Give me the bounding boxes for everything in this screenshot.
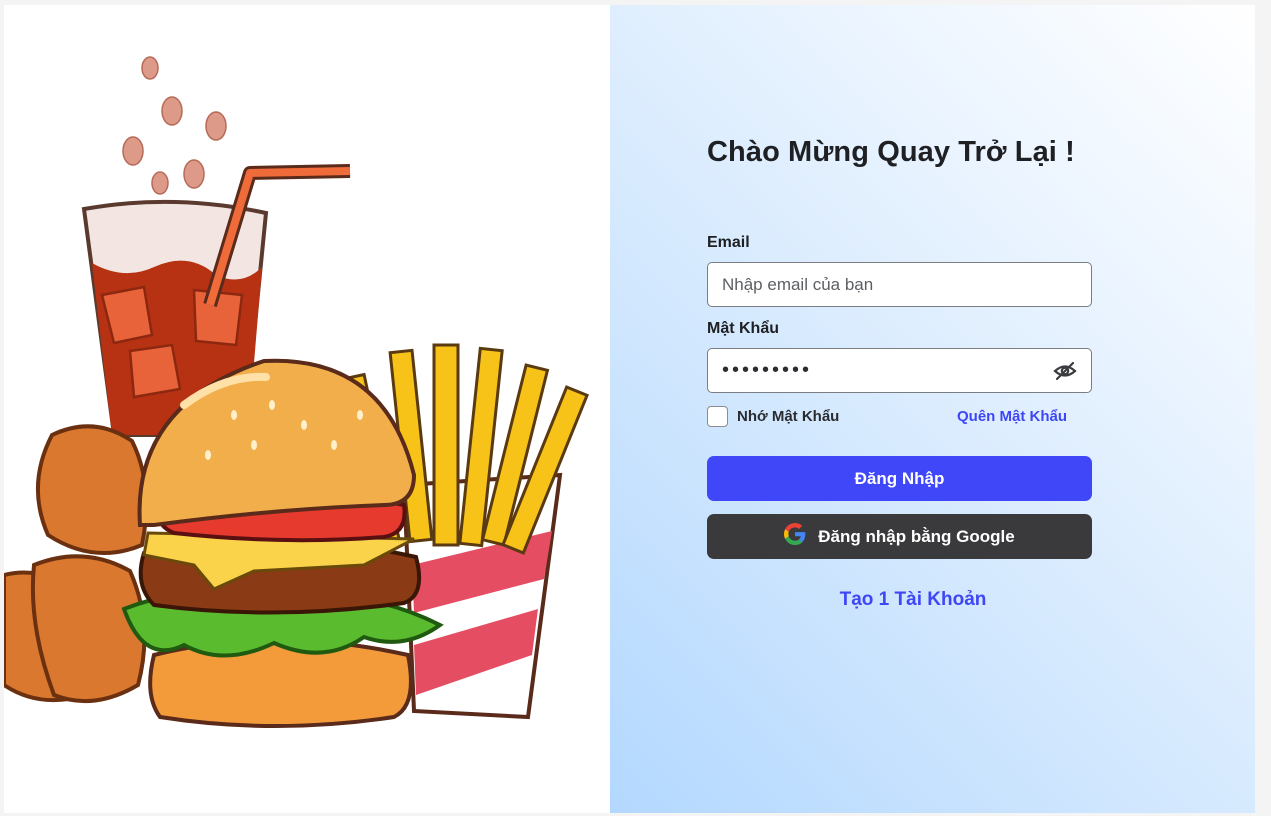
login-panel: Chào Mừng Quay Trở Lại ! Email Mật Khẩu … xyxy=(610,5,1255,813)
email-label: Email xyxy=(707,234,750,251)
google-login-button[interactable]: Đăng nhập bằng Google xyxy=(707,514,1092,559)
forgot-password-link[interactable]: Quên Mật Khẩu xyxy=(957,408,1067,425)
create-account-link[interactable]: Tạo 1 Tài Khoản xyxy=(707,589,1119,611)
password-value: ••••••••• xyxy=(722,359,813,381)
password-field[interactable]: ••••••••• xyxy=(707,348,1092,393)
illustration-panel xyxy=(4,5,610,813)
login-screen: Chào Mừng Quay Trở Lại ! Email Mật Khẩu … xyxy=(4,5,1255,813)
remember-password[interactable]: Nhớ Mật Khẩu xyxy=(707,406,839,427)
google-icon xyxy=(784,523,806,550)
login-button[interactable]: Đăng Nhập xyxy=(707,456,1092,501)
email-field[interactable] xyxy=(722,274,1077,295)
google-button-label: Đăng nhập bằng Google xyxy=(818,526,1015,546)
password-label: Mật Khẩu xyxy=(707,320,779,337)
remember-label: Nhớ Mật Khẩu xyxy=(737,408,840,425)
fast-food-illustration xyxy=(4,56,589,728)
email-field-wrapper xyxy=(707,262,1092,307)
page-title: Chào Mừng Quay Trở Lại ! xyxy=(707,136,1075,168)
remember-checkbox[interactable] xyxy=(707,406,728,427)
eye-off-icon[interactable] xyxy=(1053,359,1077,383)
